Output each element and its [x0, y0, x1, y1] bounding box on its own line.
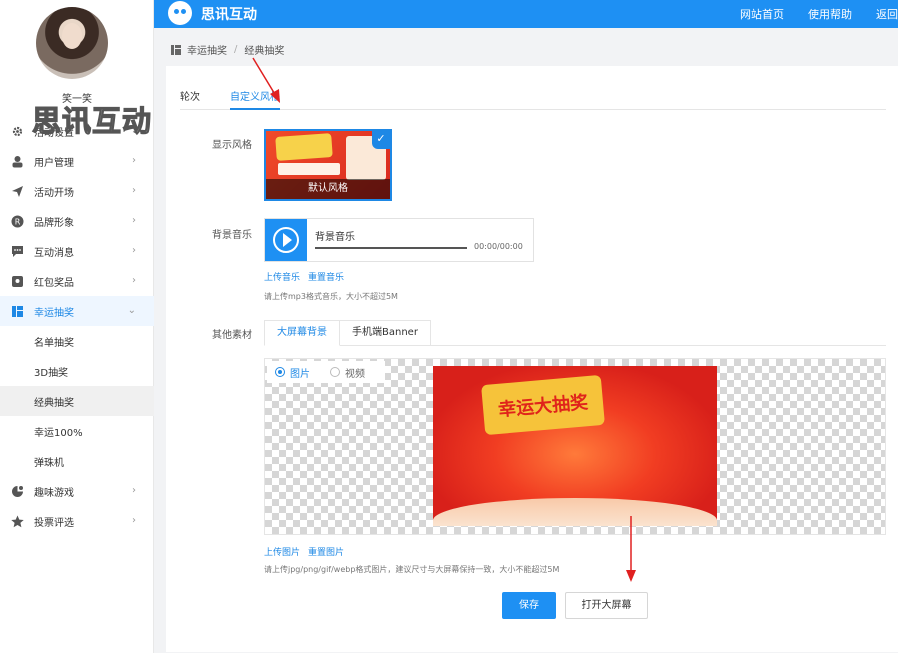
sidebar-item-label: 红包奖品 [34, 277, 74, 289]
sidebar-item-label: 趣味游戏 [34, 487, 74, 499]
sidebar-subitem-classic-draw[interactable]: 经典抽奖 [0, 386, 154, 416]
audio-player: 背景音乐 00:00/00:00 [264, 218, 534, 262]
message-icon [11, 245, 24, 258]
chevron-right-icon: › [132, 155, 136, 166]
sidebar: 笑一笑 思讯互动 活动设置 › 用户管理 › 活动开场 › R 品牌形象 › 互… [0, 0, 154, 653]
thumb-title-banner [275, 133, 333, 161]
tab-rounds[interactable]: 轮次 [180, 88, 200, 110]
top-nav: 网站首页 使用帮助 返回 [716, 6, 898, 22]
sidebar-item-label: 幸运抽奖 [34, 307, 74, 319]
breadcrumb-current: 经典抽奖 [244, 46, 285, 57]
chevron-down-icon: ⌄ [127, 305, 136, 316]
bg-title-banner: 幸运大抽奖 [481, 374, 605, 436]
audio-progress-bar[interactable] [315, 247, 467, 249]
chevron-right-icon: › [132, 185, 136, 196]
upload-image-link[interactable]: 上传图片 [264, 545, 300, 558]
user-icon [11, 155, 24, 168]
chevron-right-icon: › [132, 215, 136, 226]
sidebar-item-label: 品牌形象 [34, 217, 74, 229]
tab-mobile-banner[interactable]: 手机端Banner [340, 320, 431, 346]
breadcrumb: 幸运抽奖 / 经典抽奖 [171, 42, 284, 57]
image-hint: 请上传jpg/png/gif/webp格式图片，建议尺寸与大屏幕保持一致，大小不… [264, 565, 560, 574]
sidebar-item-messages[interactable]: 互动消息 › [0, 236, 154, 266]
game-icon [11, 485, 24, 498]
sidebar-item-brand[interactable]: R 品牌形象 › [0, 206, 154, 236]
sidebar-item-red-packet[interactable]: 红包奖品 › [0, 266, 154, 296]
grid-icon [11, 305, 24, 318]
annotation-arrow-icon [626, 516, 636, 582]
save-button[interactable]: 保存 [502, 592, 556, 619]
radio-image[interactable]: 图片 [275, 365, 310, 380]
sidebar-menu: 活动设置 › 用户管理 › 活动开场 › R 品牌形象 › 互动消息 › 红包奖… [0, 116, 154, 536]
sidebar-item-label: 活动开场 [34, 187, 74, 199]
nav-home-link[interactable]: 网站首页 [740, 6, 784, 22]
sidebar-item-user-management[interactable]: 用户管理 › [0, 146, 154, 176]
open-screen-button[interactable]: 打开大屏幕 [565, 592, 648, 619]
gift-icon [11, 275, 24, 288]
top-bar: 思讯互动 网站首页 使用帮助 返回 [154, 0, 898, 28]
sidebar-subitem-lucky-100[interactable]: 幸运100% [0, 416, 154, 446]
main-card: 轮次 自定义风格 显示风格 默认风格 ✓ 背景音乐 背景音乐 00:00/00:… [166, 66, 898, 652]
radio-video[interactable]: 视频 [330, 365, 365, 380]
breadcrumb-parent[interactable]: 幸运抽奖 [187, 42, 227, 57]
sidebar-subitem-pinball[interactable]: 弹珠机 [0, 446, 154, 476]
background-image: 幸运大抽奖 [433, 366, 717, 526]
thumb-caption: 默认风格 [266, 179, 390, 199]
thumb-prize-box [278, 163, 340, 175]
chevron-right-icon: › [132, 245, 136, 256]
play-icon [283, 233, 292, 247]
background-preview: 图片 视频 幸运大抽奖 [264, 358, 886, 535]
audio-time: 00:00/00:00 [474, 242, 523, 251]
tab-screen-background[interactable]: 大屏幕背景 [264, 320, 340, 346]
registered-icon: R [11, 215, 24, 228]
other-material-label: 其他素材 [212, 330, 252, 341]
sidebar-item-opening[interactable]: 活动开场 › [0, 176, 154, 206]
check-icon: ✓ [372, 131, 390, 149]
annotation-arrow-icon [252, 57, 280, 103]
music-hint: 请上传mp3格式音乐，大小不超过5M [264, 292, 398, 301]
bg-music-label: 背景音乐 [212, 230, 252, 241]
style-thumbnail-default[interactable]: 默认风格 ✓ [264, 129, 392, 201]
chevron-right-icon: › [132, 275, 136, 286]
bg-cloud-decoration [433, 498, 717, 526]
nav-help-link[interactable]: 使用帮助 [808, 6, 852, 22]
chevron-right-icon: › [132, 515, 136, 526]
sidebar-item-games[interactable]: 趣味游戏 › [0, 476, 154, 506]
sidebar-item-label: 互动消息 [34, 247, 74, 259]
chevron-right-icon: › [132, 485, 136, 496]
display-style-label: 显示风格 [212, 140, 252, 151]
sidebar-item-lucky-draw[interactable]: 幸运抽奖 ⌄ [0, 296, 154, 326]
sidebar-item-label: 投票评选 [34, 517, 74, 529]
play-button[interactable] [265, 219, 307, 261]
nav-back-link[interactable]: 返回 [876, 6, 898, 22]
gear-icon [11, 125, 24, 138]
sidebar-item-voting[interactable]: 投票评选 › [0, 506, 154, 536]
reset-music-link[interactable]: 重置音乐 [308, 270, 344, 283]
svg-text:R: R [15, 217, 21, 226]
grid-icon [171, 44, 181, 55]
watermark: 思讯互动 [31, 103, 153, 138]
avatar[interactable] [36, 7, 108, 79]
star-icon [11, 515, 24, 528]
reset-image-link[interactable]: 重置图片 [308, 545, 344, 558]
material-subtabs: 大屏幕背景 手机端Banner [264, 320, 886, 346]
audio-title: 背景音乐 [315, 232, 355, 243]
app-logo-text: 思讯互动 [201, 7, 257, 23]
upload-music-link[interactable]: 上传音乐 [264, 270, 300, 283]
sidebar-subitem-3d-draw[interactable]: 3D抽奖 [0, 356, 154, 386]
send-icon [11, 185, 24, 198]
sidebar-subitem-list-draw[interactable]: 名单抽奖 [0, 326, 154, 356]
breadcrumb-separator: / [234, 44, 238, 55]
sidebar-item-label: 用户管理 [34, 157, 74, 169]
logo-icon [168, 1, 192, 25]
media-type-radio-group: 图片 视频 [267, 361, 385, 383]
